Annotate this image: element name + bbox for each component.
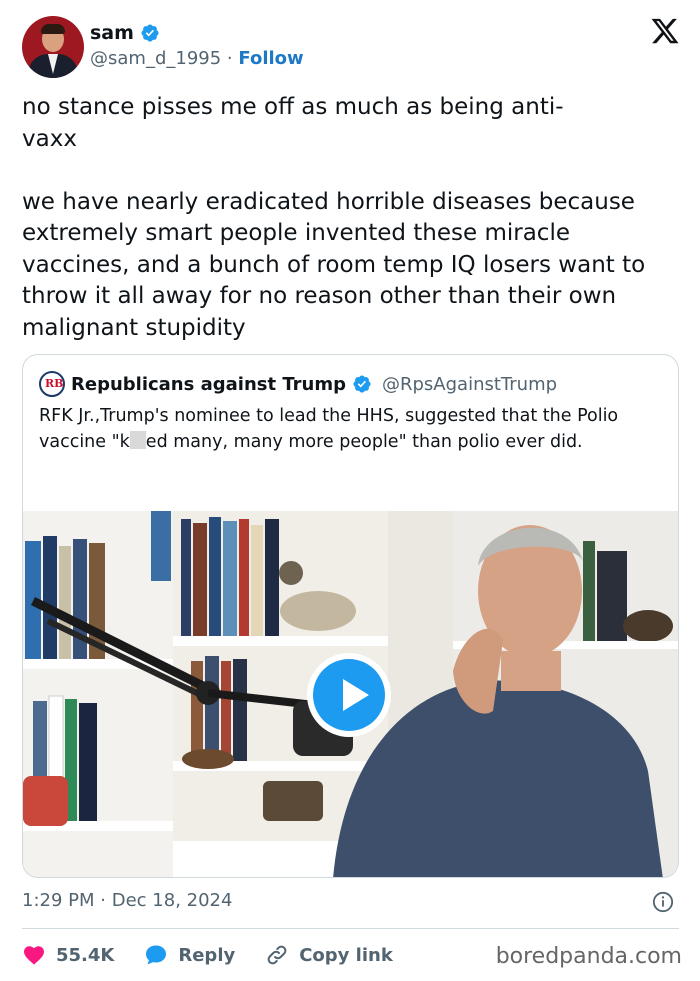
divider <box>22 928 679 929</box>
redaction-block <box>129 431 146 449</box>
verified-badge-icon <box>141 24 159 42</box>
speech-bubble-icon <box>146 945 167 965</box>
quoted-tweet[interactable]: RB Republicans against Trump @RpsAgainst… <box>22 354 679 878</box>
heart-icon <box>24 946 44 965</box>
tweet-time: 1:29 PM <box>22 890 95 911</box>
reply-button[interactable]: Reply <box>144 943 235 967</box>
follow-button[interactable]: Follow <box>238 48 303 69</box>
timestamp[interactable]: 1:29 PM · Dec 18, 2024 <box>22 890 232 911</box>
tweet-text: no stance pisses me off as much as being… <box>22 94 646 341</box>
quote-author-name: Republicans against Trump <box>71 373 346 395</box>
copy-link-label: Copy link <box>299 944 393 966</box>
tweet-date: Dec 18, 2024 <box>111 890 233 911</box>
separator: · <box>226 48 233 69</box>
copy-link-button[interactable]: Copy link <box>265 943 393 967</box>
play-icon <box>343 679 369 711</box>
author-name[interactable]: sam <box>90 22 134 44</box>
separator: · <box>100 890 106 911</box>
video-thumbnail[interactable] <box>23 511 678 877</box>
avatar[interactable] <box>22 16 84 78</box>
quote-author-handle: @RpsAgainstTrump <box>381 373 558 395</box>
verified-badge-icon <box>353 375 371 393</box>
play-button[interactable] <box>307 653 391 737</box>
like-count: 55.4K <box>56 944 115 966</box>
quote-text: RFK Jr.,Trump's nominee to lead the HHS,… <box>39 406 619 452</box>
author-name-row: sam <box>90 22 160 44</box>
like-button[interactable]: 55.4K <box>22 943 114 967</box>
x-logo-icon[interactable] <box>650 16 680 46</box>
info-icon[interactable] <box>652 891 674 913</box>
quote-header: RB Republicans against Trump @RpsAgainst… <box>39 371 557 397</box>
quote-avatar: RB <box>39 371 65 397</box>
watermark: boredpanda.com <box>495 944 682 969</box>
link-icon <box>267 945 287 965</box>
action-bar: 55.4K Reply Copy link <box>22 940 423 970</box>
author-handle-row: @sam_d_1995 · Follow <box>90 48 304 69</box>
tweet-header: sam @sam_d_1995 · Follow <box>22 16 682 78</box>
reply-label: Reply <box>178 944 236 966</box>
author-handle[interactable]: @sam_d_1995 <box>90 48 221 69</box>
